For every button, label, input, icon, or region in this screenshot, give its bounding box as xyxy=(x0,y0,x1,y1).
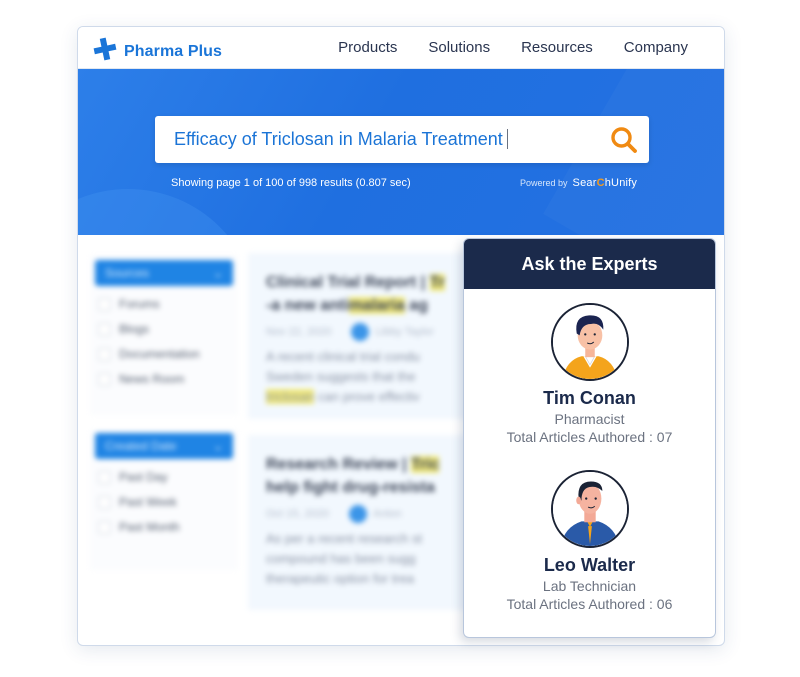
brand-part: hUnify xyxy=(604,177,638,189)
results-summary: Showing page 1 of 100 of 998 results (0.… xyxy=(171,177,411,189)
brand-logo[interactable]: Pharma Plus xyxy=(92,36,222,67)
facet-header-sources[interactable]: Sources ⌄ xyxy=(95,260,233,286)
snippet-text: can prove effectiv xyxy=(314,389,420,404)
search-icon[interactable] xyxy=(609,125,639,155)
nav-company[interactable]: Company xyxy=(624,39,688,56)
result-date: Nov 22, 2020 xyxy=(266,326,332,338)
facet-option-label: Documentation xyxy=(119,347,200,361)
result-author: Anton xyxy=(373,508,402,520)
facet-option[interactable]: Past Week xyxy=(95,495,233,509)
ask-the-experts-panel: Ask the Experts Tim Conan Pharmacist Tot… xyxy=(463,238,716,638)
facet-title: Sources xyxy=(105,266,150,280)
experts-title: Ask the Experts xyxy=(464,239,715,289)
search-input[interactable]: Efficacy of Triclosan in Malaria Treatme… xyxy=(155,116,649,163)
nav-products[interactable]: Products xyxy=(338,39,397,56)
facet-option-label: Past Week xyxy=(119,495,177,509)
top-navigation: Pharma Plus Products Solutions Resources… xyxy=(78,27,724,69)
brand-name: Pharma Plus xyxy=(124,42,223,60)
checkbox[interactable] xyxy=(98,520,111,534)
expert-card[interactable]: Tim Conan Pharmacist Total Articles Auth… xyxy=(464,303,715,445)
facet-option-label: Blogs xyxy=(119,322,150,336)
chevron-down-icon: ⌄ xyxy=(212,439,223,453)
facet-title: Created Date xyxy=(105,439,177,453)
checkbox[interactable] xyxy=(98,347,111,361)
chevron-down-icon: ⌄ xyxy=(212,266,223,280)
expert-role: Pharmacist xyxy=(554,411,625,427)
title-highlight: Tric xyxy=(411,456,440,473)
facet-option-label: Past Day xyxy=(119,470,168,484)
facet-option[interactable]: News Room xyxy=(95,372,233,386)
text-caret xyxy=(506,129,508,149)
hero-decoration xyxy=(78,189,258,235)
facet-option[interactable]: Forums xyxy=(95,297,233,311)
expert-card[interactable]: Leo Walter Lab Technician Total Articles… xyxy=(464,470,715,612)
author-avatar-icon xyxy=(351,323,370,341)
result-date: Oct 15, 2020 xyxy=(266,508,329,520)
facet-option-label: Forums xyxy=(119,297,160,311)
search-query: Efficacy of Triclosan in Malaria Treatme… xyxy=(174,129,503,149)
nav-resources[interactable]: Resources xyxy=(521,39,593,56)
searchunify-logo[interactable]: SearChUnify xyxy=(573,177,638,189)
facet-option[interactable]: Past Month xyxy=(95,520,233,534)
powered-by: Powered by SearChUnify xyxy=(520,177,637,189)
result-author: Libby Taylor xyxy=(375,326,434,338)
search-hero: Efficacy of Triclosan in Malaria Treatme… xyxy=(78,69,724,235)
powered-by-label: Powered by xyxy=(520,178,568,188)
title-text: ag xyxy=(404,297,428,314)
facet-option-label: Past Month xyxy=(119,520,180,534)
facet-option[interactable]: Past Day xyxy=(95,470,233,484)
facet-sources: Sources ⌄ Forums Blogs Documentation News… xyxy=(95,260,233,386)
expert-role: Lab Technician xyxy=(542,578,637,594)
title-highlight: malaria xyxy=(348,297,405,314)
title-text: -a new anti xyxy=(266,297,349,314)
facet-option[interactable]: Blogs xyxy=(95,322,233,336)
cross-plus-icon xyxy=(92,36,118,67)
checkbox[interactable] xyxy=(98,470,111,484)
facet-option-label: News Room xyxy=(119,372,185,386)
checkbox[interactable] xyxy=(98,372,111,386)
title-text: Clinical Trial Report | xyxy=(266,274,430,291)
title-highlight: Tr xyxy=(429,274,445,291)
expert-name[interactable]: Tim Conan xyxy=(464,388,715,409)
nav-links: Products Solutions Resources Company xyxy=(338,39,688,56)
man-yellow-jacket-avatar-icon xyxy=(550,303,629,381)
expert-name[interactable]: Leo Walter xyxy=(464,555,715,576)
checkbox[interactable] xyxy=(98,495,111,509)
checkbox[interactable] xyxy=(98,322,111,336)
expert-article-count: Total Articles Authored : 06 xyxy=(506,596,673,612)
author-avatar-icon xyxy=(349,505,367,523)
nav-solutions[interactable]: Solutions xyxy=(428,39,490,56)
brand-part: Sear xyxy=(572,177,597,189)
checkbox[interactable] xyxy=(98,297,111,311)
facet-header-created-date[interactable]: Created Date ⌄ xyxy=(95,433,233,459)
brand-magnifier-c: C xyxy=(596,177,605,189)
title-text: Research Review | xyxy=(266,456,411,473)
title-text: help fight drug-resista xyxy=(266,479,435,496)
man-blue-shirt-tie-avatar-icon xyxy=(550,470,629,548)
facet-option[interactable]: Documentation xyxy=(95,347,233,361)
snippet-highlight: triclosan xyxy=(266,389,315,404)
facet-created-date: Created Date ⌄ Past Day Past Week Past Mo… xyxy=(95,433,233,534)
expert-article-count: Total Articles Authored : 07 xyxy=(506,429,673,445)
